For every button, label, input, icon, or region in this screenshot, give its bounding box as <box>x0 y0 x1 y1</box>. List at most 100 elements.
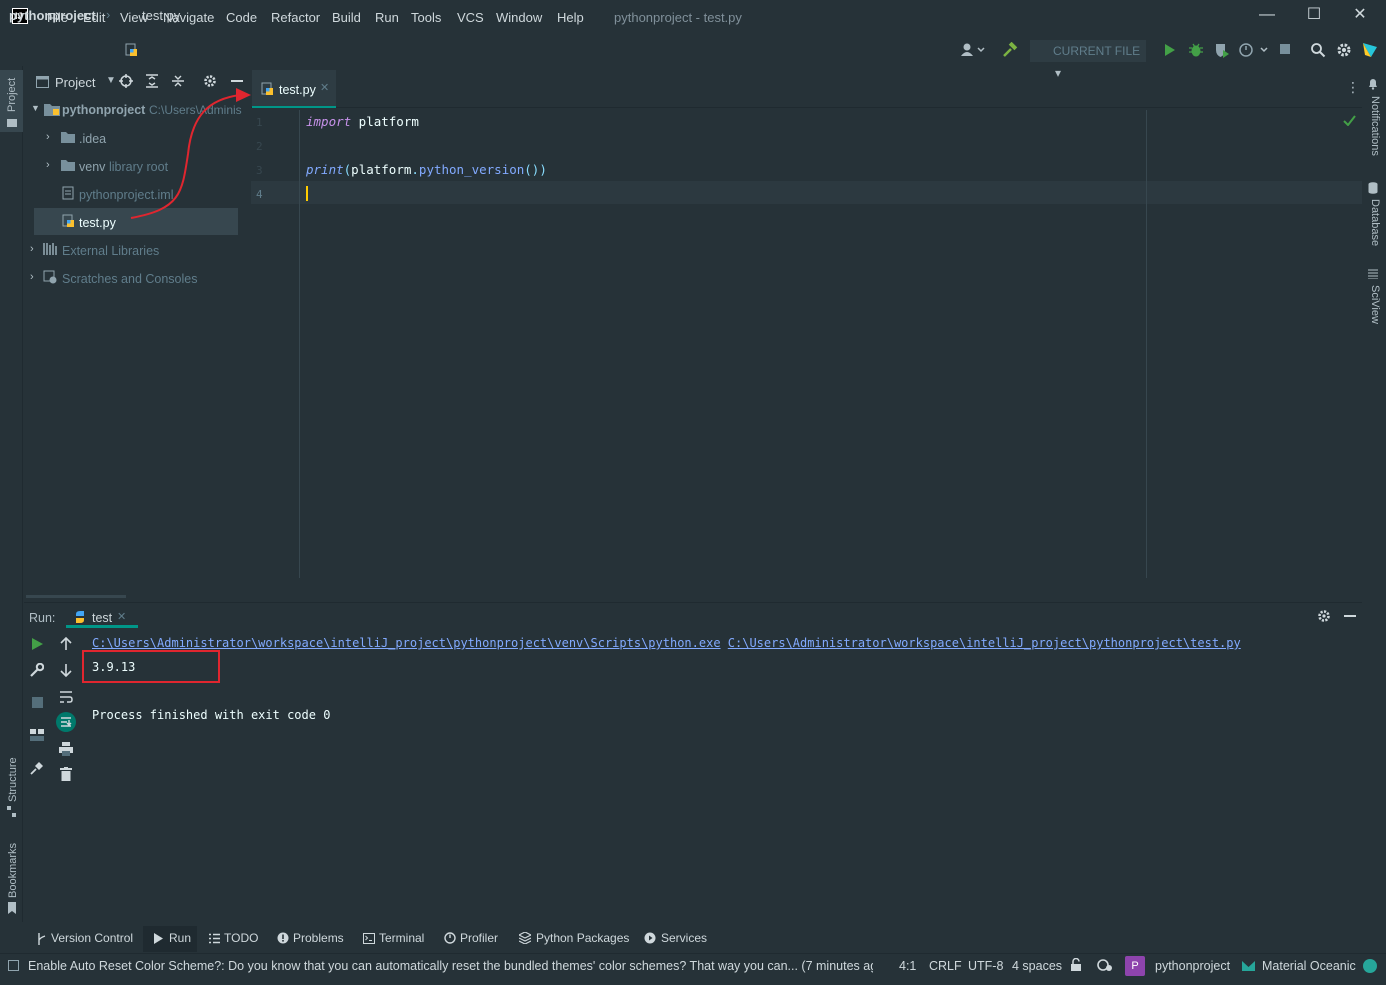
project-folder-icon <box>44 102 60 116</box>
bookmarks-tool-label[interactable]: Bookmarks <box>7 843 19 898</box>
jetbrains-toolbox-icon[interactable] <box>1361 41 1379 59</box>
hide-panel-icon[interactable] <box>1344 615 1356 617</box>
status-message[interactable]: Enable Auto Reset Color Scheme?: Do you … <box>28 959 873 973</box>
chevron-right-icon: › <box>30 243 34 255</box>
minimize-button[interactable]: — <box>1257 6 1277 26</box>
tree-item-scratches[interactable]: › Scratches and Consoles <box>26 265 230 291</box>
trash-icon[interactable] <box>60 767 72 781</box>
power-save-icon[interactable] <box>1097 958 1113 972</box>
run-icon <box>154 933 163 944</box>
code-line-1[interactable]: import platform <box>306 114 419 129</box>
arrow-up-icon[interactable] <box>60 637 72 651</box>
tree-label: test.py <box>79 216 116 230</box>
stop-icon[interactable] <box>1279 43 1291 55</box>
bottom-tab-profiler[interactable]: Profiler <box>460 931 498 945</box>
arrow-down-icon[interactable] <box>60 663 72 677</box>
code-line-3[interactable]: print(platform.python_version()) <box>306 162 547 177</box>
stop-icon[interactable] <box>32 697 43 708</box>
code-keyword: import <box>306 114 352 129</box>
breadcrumb-project[interactable]: pythonproject <box>9 8 96 23</box>
close-tab-icon[interactable]: ✕ <box>117 610 126 623</box>
run-settings-gear-icon[interactable] <box>1317 609 1331 623</box>
status-toggle-icon[interactable] <box>8 960 19 971</box>
breadcrumb-file[interactable]: test.py <box>142 8 180 23</box>
menu-vcs[interactable]: VCS <box>457 10 484 25</box>
run-tab-label[interactable]: test <box>92 611 112 625</box>
maximize-button[interactable]: ☐ <box>1304 6 1324 26</box>
menu-tools[interactable]: Tools <box>411 10 441 25</box>
sciview-tool-label[interactable]: SciView <box>1369 285 1381 324</box>
bottom-tab-todo[interactable]: TODO <box>224 931 258 945</box>
status-caret-position[interactable]: 4:1 <box>899 959 916 973</box>
status-line-separator[interactable]: CRLF <box>929 959 962 973</box>
hide-panel-icon[interactable] <box>231 80 243 82</box>
lock-icon[interactable] <box>1070 958 1082 972</box>
window-title: pythonproject - test.py <box>614 10 742 25</box>
inspection-ok-check-icon[interactable] <box>1343 115 1356 126</box>
rerun-icon[interactable] <box>31 637 44 651</box>
navigation-bar <box>0 36 1386 66</box>
script-path-link[interactable]: C:\Users\Administrator\workspace\intelli… <box>728 636 1241 650</box>
run-icon[interactable] <box>1163 42 1177 58</box>
code-text: platform <box>351 162 412 177</box>
right-tool-strip <box>1362 66 1386 922</box>
structure-icon <box>7 806 17 818</box>
status-encoding[interactable]: UTF-8 <box>968 959 1003 973</box>
editor-tab-test-py[interactable]: test.py ✕ <box>252 70 336 108</box>
run-with-coverage-icon[interactable] <box>1214 42 1230 58</box>
print-icon[interactable] <box>59 742 73 756</box>
menu-window[interactable]: Window <box>496 10 542 25</box>
search-icon[interactable] <box>1310 42 1326 58</box>
more-options-icon[interactable]: ⋮ <box>1346 80 1360 94</box>
project-view-title[interactable]: Project <box>55 75 95 90</box>
chevron-right-icon: › <box>30 271 34 283</box>
structure-tool-label[interactable]: Structure <box>7 757 19 802</box>
status-theme[interactable]: Material Oceanic <box>1262 959 1356 973</box>
bottom-tab-version-control[interactable]: Version Control <box>51 931 133 945</box>
python-exe-link[interactable]: C:\Users\Administrator\workspace\intelli… <box>92 636 721 650</box>
interpreter-badge: P <box>1125 956 1145 976</box>
chevron-down-icon[interactable]: ▼ <box>106 75 116 86</box>
notifications-tool-label[interactable]: Notifications <box>1369 96 1381 156</box>
bottom-tab-terminal[interactable]: Terminal <box>379 931 424 945</box>
python-packages-icon <box>519 932 531 944</box>
status-indent[interactable]: 4 spaces <box>1012 959 1062 973</box>
horizontal-scrollbar[interactable] <box>26 595 126 598</box>
settings-gear-icon[interactable] <box>1336 42 1352 58</box>
soft-wrap-icon[interactable] <box>59 690 73 704</box>
account-icon[interactable] <box>960 42 986 58</box>
terminal-icon <box>363 933 375 944</box>
tree-label: .idea <box>79 132 107 146</box>
notifications-bell-icon <box>1367 78 1379 90</box>
debug-bug-icon[interactable] <box>1188 42 1204 58</box>
menu-run[interactable]: Run <box>375 10 399 25</box>
menu-help[interactable]: Help <box>557 10 584 25</box>
bottom-tab-python-packages[interactable]: Python Packages <box>536 931 629 945</box>
code-builtin: print <box>306 162 344 177</box>
run-configuration-select[interactable]: CURRENT FILE ▾ <box>1030 40 1146 80</box>
status-interpreter[interactable]: pythonproject <box>1155 959 1230 973</box>
menu-refactor[interactable]: Refactor <box>271 10 320 25</box>
chevron-down-icon: ▼ <box>31 103 40 113</box>
theme-color-indicator-icon[interactable] <box>1363 959 1377 973</box>
tree-item-external-libraries[interactable]: › External Libraries <box>26 237 230 263</box>
sciview-icon <box>1368 269 1378 279</box>
bottom-tab-problems[interactable]: Problems <box>293 931 344 945</box>
menu-build[interactable]: Build <box>332 10 361 25</box>
code-punct: ()) <box>524 162 547 177</box>
python-icon <box>73 610 87 624</box>
bottom-tab-run[interactable]: Run <box>169 931 191 945</box>
close-tab-icon[interactable]: ✕ <box>320 81 329 94</box>
menu-code[interactable]: Code <box>226 10 257 25</box>
scroll-to-end-icon[interactable] <box>56 712 76 732</box>
edit-config-wrench-icon[interactable] <box>30 663 44 677</box>
close-window-button[interactable]: ✕ <box>1350 6 1370 26</box>
build-hammer-icon[interactable] <box>1002 42 1018 58</box>
pin-icon[interactable] <box>30 761 44 775</box>
database-tool-label[interactable]: Database <box>1369 199 1381 246</box>
run-tab-underline <box>66 625 138 628</box>
run-configuration-label: CURRENT FILE <box>1053 44 1141 58</box>
layout-icon[interactable] <box>30 729 44 741</box>
profile-icon[interactable] <box>1238 42 1268 58</box>
bottom-tab-services[interactable]: Services <box>661 931 707 945</box>
